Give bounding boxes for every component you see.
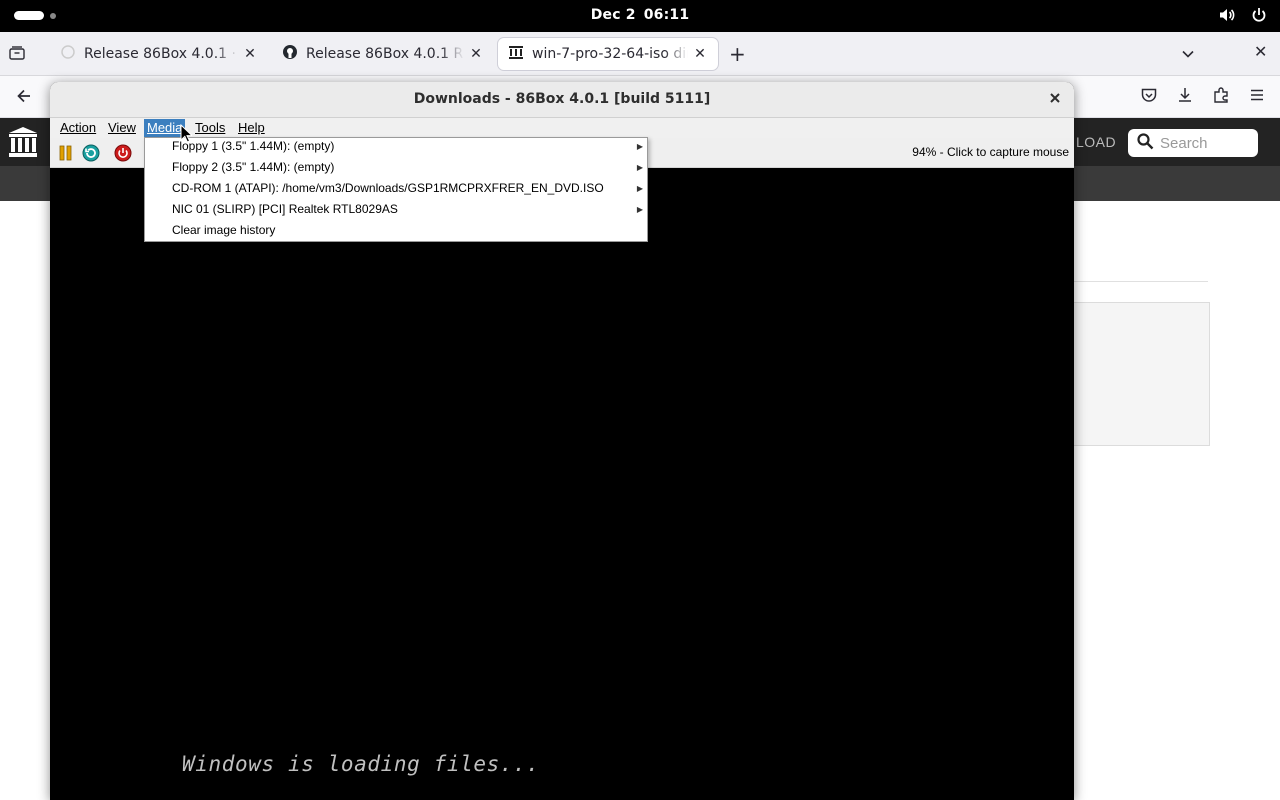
power-icon [1250, 6, 1268, 28]
menu-action[interactable]: Action [57, 119, 99, 137]
hamburger-menu-icon[interactable] [1248, 86, 1266, 108]
menu-tools-label: Tools [195, 120, 226, 135]
vm-menubar: Action View Media Tools Help [50, 118, 1074, 138]
close-tab-icon[interactable]: ✕ [242, 46, 258, 62]
upload-link[interactable]: LOAD [1076, 134, 1116, 150]
capture-status[interactable]: 94% - Click to capture mouse [912, 145, 1069, 159]
reset-icon[interactable] [81, 143, 101, 163]
site-content-panel [1074, 302, 1210, 446]
menu-item-floppy-2[interactable]: Floppy 2 (3.5" 1.44M): (empty) ▶ [145, 159, 647, 180]
browser-tab-active[interactable]: win-7-pro-32-64-iso dire ✕ [498, 38, 718, 70]
vm-window-title: Downloads - 86Box 4.0.1 [build 5111] [413, 91, 711, 107]
tab-title: win-7-pro-32-64-iso dire [532, 46, 688, 62]
extensions-icon[interactable] [1212, 86, 1230, 108]
archive-icon [508, 44, 524, 64]
power-off-icon[interactable] [113, 143, 133, 163]
vm-display[interactable]: Windows is loading files... [50, 168, 1074, 800]
menu-item-label: Floppy 2 (3.5" 1.44M): (empty) [172, 160, 335, 174]
menu-media-label: Media [147, 120, 183, 135]
menu-help[interactable]: Help [235, 119, 268, 137]
github-icon [282, 44, 298, 64]
vm-titlebar[interactable]: Downloads - 86Box 4.0.1 [build 5111] [50, 82, 1074, 118]
menu-item-label: CD-ROM 1 (ATAPI): /home/vm3/Downloads/GS… [172, 181, 604, 195]
search-icon [1136, 132, 1154, 154]
boot-message: Windows is loading files... [182, 752, 540, 776]
menu-item-floppy-1[interactable]: Floppy 1 (3.5" 1.44M): (empty) ▶ [145, 138, 647, 159]
clock-time: 06:11 [643, 7, 690, 23]
pause-icon[interactable] [56, 143, 76, 163]
loading-icon [60, 44, 76, 64]
tab-list-icon[interactable] [8, 44, 26, 66]
divider [1074, 281, 1208, 282]
browser-tab-bar: Release 86Box 4.0.1 · 86B ✕ Release 86Bo… [0, 32, 1280, 76]
new-tab-button[interactable]: + [729, 42, 746, 66]
browser-tab[interactable]: Release 86Box 4.0.1 · 86B ✕ [50, 38, 268, 70]
close-window-button[interactable]: ✕ [1254, 42, 1267, 61]
close-tab-icon[interactable]: ✕ [692, 46, 708, 62]
submenu-arrow-icon: ▶ [636, 142, 643, 151]
clock-date: Dec 2 [590, 7, 636, 23]
menu-item-clear-image-history[interactable]: Clear image history [145, 222, 647, 243]
submenu-arrow-icon: ▶ [636, 163, 643, 172]
menu-tools[interactable]: Tools [192, 119, 228, 137]
search-placeholder: Search [1160, 134, 1208, 152]
menu-help-label: Help [238, 120, 265, 135]
back-arrow-icon[interactable] [14, 86, 34, 110]
media-dropdown-menu: Floppy 1 (3.5" 1.44M): (empty) ▶ Floppy … [144, 137, 648, 242]
volume-icon [1218, 6, 1236, 28]
menu-item-label: Clear image history [172, 223, 276, 237]
site-search-input[interactable]: Search [1128, 129, 1258, 157]
menu-action-label: Action [60, 120, 97, 135]
menu-item-label: NIC 01 (SLIRP) [PCI] Realtek RTL8029AS [172, 202, 398, 216]
menu-item-cdrom-1[interactable]: CD-ROM 1 (ATAPI): /home/vm3/Downloads/GS… [145, 180, 647, 201]
archive-logo-icon[interactable] [8, 126, 38, 162]
browser-tab[interactable]: Release 86Box 4.0.1 ROM ✕ [272, 38, 494, 70]
downloads-icon[interactable] [1176, 86, 1194, 108]
menu-item-nic-01[interactable]: NIC 01 (SLIRP) [PCI] Realtek RTL8029AS ▶ [145, 201, 647, 222]
tab-title: Release 86Box 4.0.1 ROM [306, 46, 464, 62]
close-icon[interactable] [1048, 91, 1062, 109]
menu-item-label: Floppy 1 (3.5" 1.44M): (empty) [172, 139, 335, 153]
close-tab-icon[interactable]: ✕ [468, 46, 484, 62]
chevron-down-icon[interactable] [1180, 46, 1196, 66]
tab-title: Release 86Box 4.0.1 · 86B [84, 46, 238, 62]
menu-view-label: View [108, 120, 136, 135]
submenu-arrow-icon: ▶ [636, 205, 643, 214]
system-top-bar: Dec 2 06:11 [0, 0, 1280, 32]
menu-view[interactable]: View [105, 119, 139, 137]
browser-toolbar-icons [1140, 86, 1266, 108]
system-status-area[interactable] [1218, 6, 1268, 28]
mouse-cursor-icon [180, 123, 194, 147]
pocket-icon[interactable] [1140, 86, 1158, 108]
clock[interactable]: Dec 2 06:11 [0, 7, 1280, 23]
submenu-arrow-icon: ▶ [636, 184, 643, 193]
